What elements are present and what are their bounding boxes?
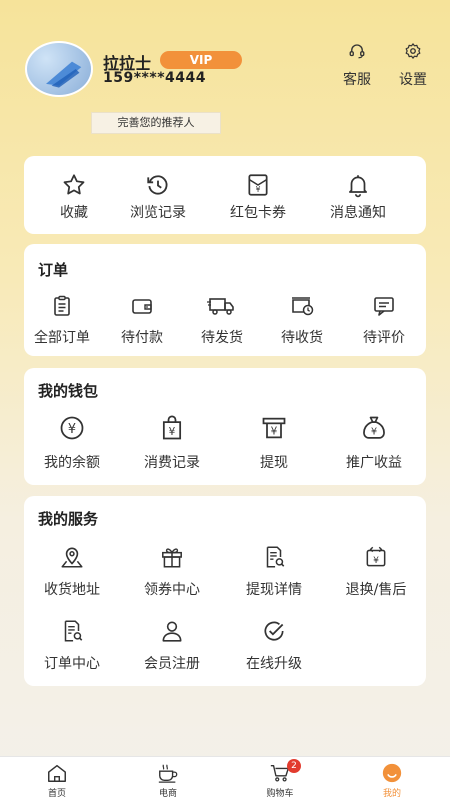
user-icon [162, 621, 182, 642]
browse-history-label: 浏览记录 [130, 205, 186, 221]
yen-circle-icon: ¥ [60, 416, 84, 440]
coffee-icon [158, 764, 178, 783]
svg-text:¥: ¥ [256, 185, 261, 194]
home-icon [48, 764, 66, 782]
svg-text:¥: ¥ [169, 426, 176, 438]
exchange-icon: ¥ [366, 546, 386, 567]
withdraw-details-label: 提现详情 [246, 582, 302, 598]
shipping-address-button[interactable]: 收货地址 [32, 544, 112, 599]
promotion-earnings-label: 推广收益 [346, 455, 402, 471]
coupons-button[interactable]: ¥ 红包卡券 [220, 172, 296, 222]
balance-button[interactable]: ¥ 我的余额 [32, 414, 112, 472]
favorites-button[interactable]: 收藏 [39, 172, 109, 222]
order-center-button[interactable]: 订单中心 [32, 618, 112, 673]
orders-card: 订单 全部订单 待付款 待发货 待收货 待评价 [24, 244, 426, 356]
bottom-tab-bar: 首页 电商 2 购物车 我的 [0, 756, 450, 800]
order-all-label: 全部订单 [34, 330, 90, 346]
order-center-label: 订单中心 [44, 656, 100, 672]
order-search-icon [64, 620, 83, 642]
withdraw-details-button[interactable]: 提现详情 [232, 544, 316, 599]
tab-home-label: 首页 [47, 789, 66, 799]
customer-service-button[interactable]: 客服 [337, 42, 377, 89]
wallet-icon [132, 299, 152, 314]
services-card: 我的服务 收货地址 领券中心 提现详情 ¥ 退换/售后 订单中心 会员注册 在线… [24, 496, 426, 686]
notifications-button[interactable]: 消息通知 [320, 172, 396, 222]
balance-label: 我的余额 [44, 455, 100, 471]
orders-title: 订单 [38, 261, 69, 279]
member-registration-label: 会员注册 [144, 656, 200, 672]
wallet-title: 我的钱包 [38, 382, 99, 400]
shipping-address-label: 收货地址 [44, 582, 100, 598]
comment-icon [374, 297, 394, 316]
tab-home[interactable]: 首页 [17, 757, 97, 800]
svg-text:¥: ¥ [68, 422, 76, 437]
tab-cart[interactable]: 2 购物车 [240, 757, 320, 800]
order-pending-shipment-button[interactable]: 待发货 [186, 294, 258, 347]
check-circle-icon [264, 621, 284, 641]
coupons-label: 红包卡券 [230, 205, 286, 221]
svg-text:¥: ¥ [371, 426, 377, 437]
headset-icon [349, 44, 365, 59]
profile-header: 拉拉士 VIP 159****4444 客服 设置 完善您的推荐人 [0, 0, 450, 150]
wallet-card: 我的钱包 ¥ 我的余额 ¥ 消费记录 ¥ 提现 ¥ 推广收益 [24, 368, 426, 485]
withdraw-label: 提现 [260, 455, 288, 471]
avatar-image [46, 61, 82, 88]
withdraw-button[interactable]: ¥ 提现 [234, 414, 314, 472]
tab-ecommerce-label: 电商 [158, 789, 177, 799]
order-pending-review-button[interactable]: 待评价 [348, 294, 420, 347]
tab-ecommerce[interactable]: 电商 [128, 757, 208, 800]
order-pending-payment-button[interactable]: 待付款 [106, 294, 178, 347]
quick-links-card: 收藏 浏览记录 ¥ 红包卡券 消息通知 [24, 156, 426, 234]
history-icon [147, 175, 168, 195]
money-bag-icon: ¥ [363, 416, 385, 439]
promotion-earnings-button[interactable]: ¥ 推广收益 [334, 414, 414, 472]
svg-text:¥: ¥ [271, 425, 278, 437]
svg-text:¥: ¥ [373, 555, 379, 566]
online-upgrade-button[interactable]: 在线升级 [232, 618, 316, 673]
settings-button[interactable]: 设置 [393, 42, 433, 89]
complete-referrer-button[interactable]: 完善您的推荐人 [91, 112, 221, 134]
order-pending-payment-label: 待付款 [121, 330, 163, 346]
settings-label: 设置 [399, 72, 427, 88]
order-pending-receipt-label: 待收货 [281, 330, 323, 346]
yen-bag-icon: ¥ [162, 415, 182, 440]
notifications-label: 消息通知 [330, 205, 386, 221]
spending-records-button[interactable]: ¥ 消费记录 [132, 414, 212, 472]
coupon-center-label: 领券中心 [144, 582, 200, 598]
order-pending-shipment-label: 待发货 [201, 330, 243, 346]
gift-icon [162, 548, 182, 568]
spending-records-label: 消费记录 [144, 455, 200, 471]
truck-icon [207, 298, 234, 315]
services-title: 我的服务 [38, 510, 99, 528]
location-icon [61, 547, 83, 568]
clipboard-icon [54, 295, 70, 316]
tab-mine-label: 我的 [382, 789, 401, 799]
gear-icon [405, 43, 421, 59]
order-all-button[interactable]: 全部订单 [26, 294, 98, 347]
star-icon [63, 174, 85, 195]
coupon-icon: ¥ [248, 174, 268, 196]
document-search-icon [266, 546, 285, 568]
vip-badge: VIP [160, 51, 242, 69]
user-phone: 159****4444 [103, 70, 206, 86]
coupon-center-button[interactable]: 领券中心 [132, 544, 212, 599]
yen-withdraw-icon: ¥ [262, 417, 286, 439]
order-pending-receipt-button[interactable]: 待收货 [266, 294, 338, 347]
tab-cart-label: 购物车 [266, 789, 294, 799]
favorites-label: 收藏 [60, 205, 88, 221]
box-clock-icon [292, 297, 314, 316]
returns-aftersales-label: 退换/售后 [345, 582, 407, 598]
order-pending-review-label: 待评价 [363, 330, 405, 346]
returns-aftersales-button[interactable]: ¥ 退换/售后 [332, 544, 420, 599]
customer-service-label: 客服 [343, 72, 371, 88]
cart-count-badge: 2 [287, 759, 301, 773]
member-registration-button[interactable]: 会员注册 [132, 618, 212, 673]
browse-history-button[interactable]: 浏览记录 [120, 172, 196, 222]
online-upgrade-label: 在线升级 [246, 656, 302, 672]
bell-icon [349, 175, 367, 198]
avatar[interactable] [25, 41, 93, 97]
tab-mine[interactable]: 我的 [352, 757, 432, 800]
smile-icon [382, 763, 402, 783]
